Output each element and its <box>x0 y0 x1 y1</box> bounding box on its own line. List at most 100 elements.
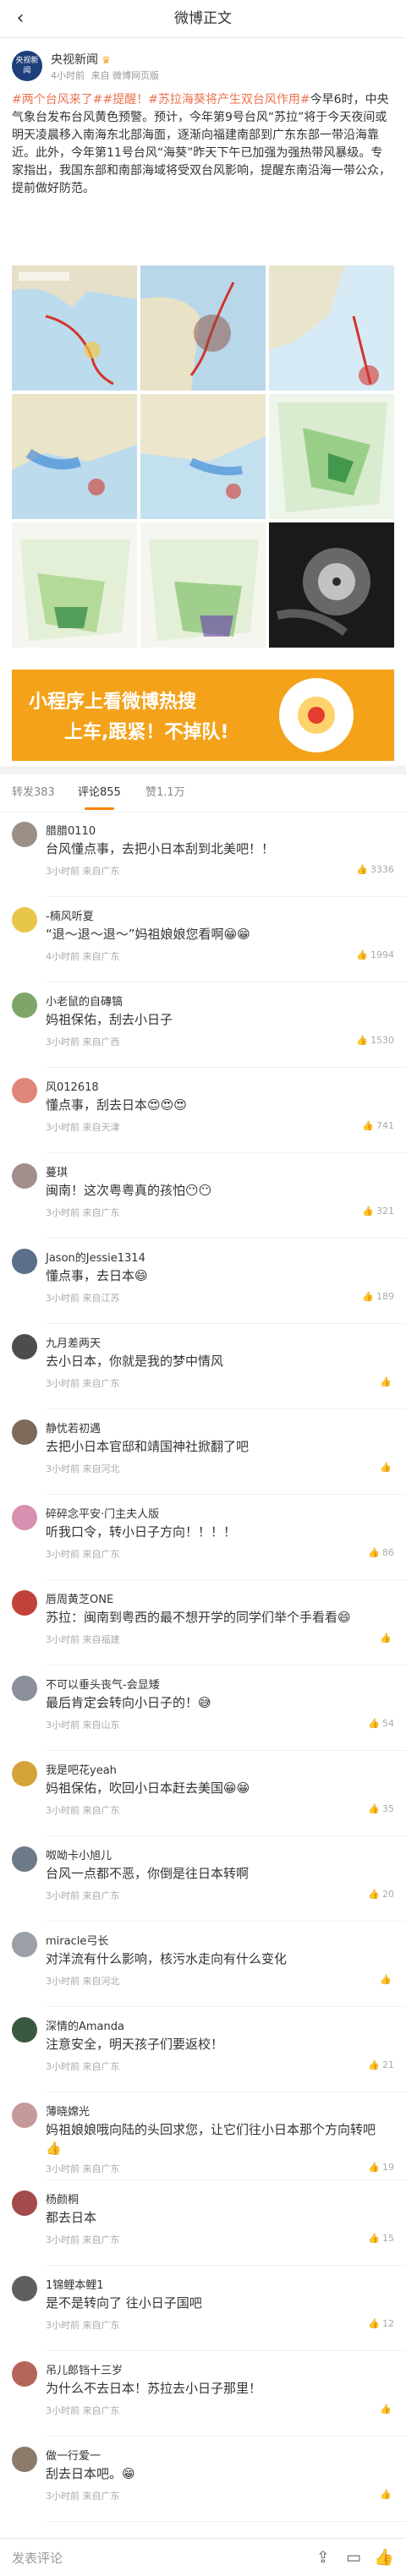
comment-meta: 3小时前 来自广东 <box>46 2404 120 2417</box>
forecast-map-1[interactable] <box>12 522 137 648</box>
commenter-avatar[interactable] <box>12 1249 37 1274</box>
comment-icon[interactable]: ▭ <box>343 2547 364 2568</box>
forecast-map-2[interactable] <box>140 522 266 648</box>
commenter-avatar[interactable] <box>12 1163 37 1189</box>
comment-meta: 3小时前 来自广东 <box>46 1206 120 1219</box>
commenter-avatar[interactable] <box>12 1932 37 1957</box>
commenter-name[interactable]: Jason的Jessie1314 <box>46 1249 145 1265</box>
commenter-avatar[interactable] <box>12 822 37 847</box>
comment-like-button[interactable]: 👍 <box>380 1376 394 1387</box>
page-title: 微博正文 <box>174 10 232 27</box>
comment-location: 来自广东 <box>82 951 120 962</box>
author-name-row[interactable]: 央视新闻 ♛ <box>51 51 111 68</box>
commenter-name[interactable]: 做一行爱一 <box>46 2447 101 2463</box>
commenter-name[interactable]: 风012618 <box>46 1078 99 1094</box>
commenter-avatar[interactable] <box>12 1846 37 1872</box>
comment-like-button[interactable]: 👍 35 <box>368 1803 394 1814</box>
comment-like-button[interactable]: 👍 1530 <box>356 1035 394 1046</box>
comment-like-button[interactable]: 👍 <box>380 2404 394 2415</box>
author-avatar[interactable]: 央视新闻 <box>12 51 42 81</box>
commenter-avatar[interactable] <box>12 2361 37 2387</box>
comment-like-button[interactable]: 👍 1994 <box>356 949 394 960</box>
comment-time: 3小时前 <box>46 1634 80 1645</box>
comment-location: 来自天津 <box>82 1122 120 1133</box>
comment-like-button[interactable]: 👍 3336 <box>356 864 394 875</box>
post-body: #两个台风来了##提醒！#苏拉海葵将产生双台风作用#今早6时，中央气象台发布台风… <box>12 91 392 198</box>
comment-like-button[interactable]: 👍 86 <box>368 1547 394 1558</box>
mini-program-banner[interactable]: 小程序上看微博热搜 上车,跟紧！不掉队! <box>12 670 394 761</box>
tab-repost[interactable]: 转发383 <box>12 774 55 812</box>
commenter-avatar[interactable] <box>12 993 37 1018</box>
comment-like-button[interactable]: 👍 <box>380 1974 394 1985</box>
commenter-name[interactable]: 不可以垂头丧气-会显矮 <box>46 1676 160 1692</box>
comment-like-button[interactable]: 👍 19 <box>368 2162 394 2173</box>
typhoon-track-map-3[interactable] <box>269 265 394 391</box>
comment-location: 来自河北 <box>82 1976 120 1987</box>
comment-time: 3小时前 <box>46 2163 80 2174</box>
author-name[interactable]: 央视新闻 <box>51 53 98 67</box>
typhoon-track-map-2[interactable] <box>140 265 266 391</box>
rainfall-map-3[interactable] <box>269 394 394 519</box>
commenter-name[interactable]: 吊儿郎铛十三岁 <box>46 2361 123 2377</box>
satellite-image[interactable] <box>269 522 394 648</box>
hashtag-link[interactable]: #两个台风来了# <box>12 93 102 107</box>
comment-like-button[interactable]: 👍 321 <box>362 1206 394 1217</box>
typhoon-track-map-1[interactable] <box>12 265 137 391</box>
commenter-avatar[interactable] <box>12 907 37 933</box>
commenter-name[interactable]: 腊腊0110 <box>46 822 96 838</box>
comment-meta: 3小时前 来自广东 <box>46 864 120 878</box>
commenter-name[interactable]: 呶呦卡小旭儿 <box>46 1846 112 1862</box>
commenter-avatar[interactable] <box>12 2276 37 2301</box>
tab-comment[interactable]: 评论855 <box>78 774 121 812</box>
commenter-name[interactable]: 九月差两天 <box>46 1334 101 1350</box>
commenter-name[interactable]: 蔓琪 <box>46 1163 68 1179</box>
comment-like-button[interactable]: 👍 <box>380 2489 394 2500</box>
comment-like-button[interactable]: 👍 21 <box>368 2059 394 2070</box>
comment-input[interactable]: 发表评论 <box>12 2549 63 2567</box>
commenter-avatar[interactable] <box>12 2447 37 2472</box>
commenter-name[interactable]: 小老鼠的自磚镐 <box>46 993 123 1009</box>
comment-time: 3小时前 <box>46 1805 80 1816</box>
commenter-avatar[interactable] <box>12 2103 37 2128</box>
comment-meta: 3小时前 来自广东 <box>46 2489 120 2502</box>
commenter-name[interactable]: miracle弓长 <box>46 1932 108 1948</box>
comment-like-button[interactable]: 👍 <box>380 1633 394 1643</box>
rainfall-map-1[interactable] <box>12 394 137 519</box>
hashtag-link[interactable]: #提醒！#苏拉海葵将产生双台风作用# <box>102 93 310 107</box>
tab-like[interactable]: 赞1.1万 <box>145 774 185 812</box>
comment-location: 来自广东 <box>82 2405 120 2416</box>
comment-like-button[interactable]: 👍 741 <box>362 1120 394 1131</box>
commenter-name[interactable]: 杨颜桐 <box>46 2190 79 2207</box>
commenter-name[interactable]: 我是吧花yeah <box>46 1761 117 1777</box>
comment-meta: 3小时前 来自江苏 <box>46 1291 120 1304</box>
comment-like-button[interactable]: 👍 189 <box>362 1291 394 1302</box>
thumb-up-icon[interactable]: 👍 <box>374 2547 394 2568</box>
commenter-avatar[interactable] <box>12 1590 37 1616</box>
commenter-avatar[interactable] <box>12 1505 37 1530</box>
commenter-name[interactable]: 薄晓嫦光 <box>46 2103 90 2119</box>
comment-meta: 3小时前 来自河北 <box>46 1974 120 1988</box>
commenter-avatar[interactable] <box>12 1078 37 1103</box>
comment-like-button[interactable]: 👍 <box>380 1462 394 1473</box>
rainfall-map-2[interactable] <box>140 394 266 519</box>
commenter-name[interactable]: 静忧若初遇 <box>46 1419 101 1436</box>
commenter-avatar[interactable] <box>12 1419 37 1445</box>
commenter-avatar[interactable] <box>12 2017 37 2043</box>
comment-like-button[interactable]: 👍 20 <box>368 1889 394 1900</box>
comment-like-button[interactable]: 👍 12 <box>368 2318 394 2329</box>
thumb-up-icon: 👍 <box>362 1206 374 1217</box>
commenter-avatar[interactable] <box>12 1761 37 1786</box>
thumb-up-icon: 👍 <box>362 1120 374 1131</box>
commenter-name[interactable]: -楠风听夏 <box>46 907 94 923</box>
comment-like-button[interactable]: 👍 54 <box>368 1718 394 1729</box>
commenter-name[interactable]: 1锦鲤本鲤1 <box>46 2276 104 2292</box>
comment-time: 3小时前 <box>46 1293 80 1304</box>
commenter-avatar[interactable] <box>12 1676 37 1701</box>
share-icon[interactable]: ⇪ <box>313 2547 333 2568</box>
commenter-avatar[interactable] <box>12 2190 37 2216</box>
commenter-name[interactable]: 深情的Amanda <box>46 2017 124 2033</box>
commenter-name[interactable]: 唇周黄芝ONE <box>46 1590 113 1606</box>
comment-like-button[interactable]: 👍 15 <box>368 2233 394 2244</box>
commenter-name[interactable]: 碎碎念平安·门主夫人版 <box>46 1505 159 1521</box>
commenter-avatar[interactable] <box>12 1334 37 1359</box>
